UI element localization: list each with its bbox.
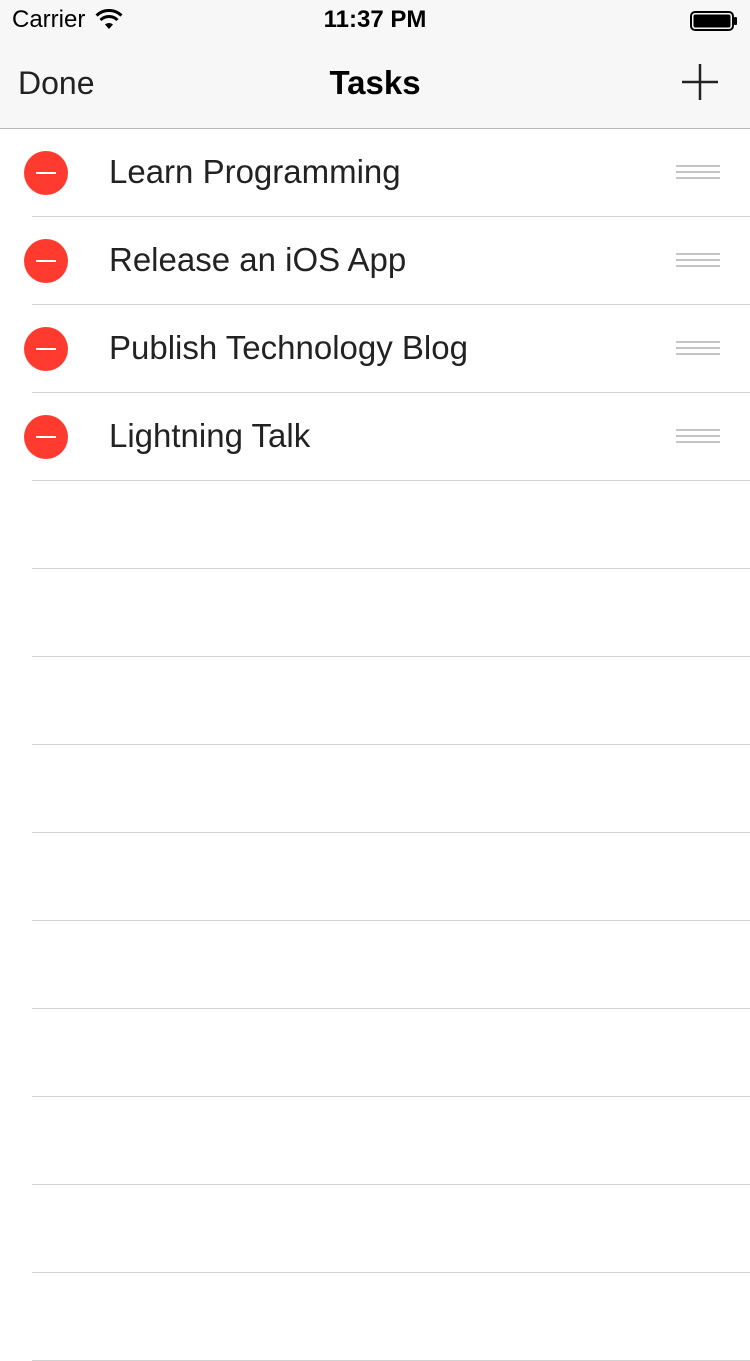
empty-row: [32, 481, 750, 569]
task-row: Learn Programming: [24, 129, 750, 217]
task-row: Lightning Talk: [24, 393, 750, 481]
battery-icon: [690, 11, 737, 31]
navigation-bar: Done Tasks: [0, 40, 750, 128]
task-row: Release an iOS App: [24, 217, 750, 305]
task-row: Publish Technology Blog: [24, 305, 750, 393]
reorder-handle-icon[interactable]: [676, 341, 720, 357]
reorder-handle-icon[interactable]: [676, 253, 720, 269]
empty-row: [32, 1185, 750, 1273]
status-time: 11:37 PM: [323, 6, 427, 33]
header: Carrier 11:37 PM Done Tasks: [0, 0, 750, 129]
empty-row: [32, 1273, 750, 1361]
task-label: Lightning Talk: [109, 417, 311, 454]
reorder-handle-icon[interactable]: [676, 165, 720, 181]
task-label: Learn Programming: [109, 153, 401, 190]
empty-row: [32, 1097, 750, 1185]
plus-icon[interactable]: [680, 62, 720, 102]
delete-icon[interactable]: [24, 327, 68, 371]
empty-row: [32, 1009, 750, 1097]
reorder-handle-icon[interactable]: [676, 429, 720, 445]
status-bar: Carrier 11:37 PM: [0, 0, 750, 40]
delete-icon[interactable]: [24, 239, 68, 283]
delete-icon[interactable]: [24, 415, 68, 459]
empty-row: [32, 569, 750, 657]
empty-row: [32, 921, 750, 1009]
task-label: Release an iOS App: [109, 241, 407, 278]
empty-row: [32, 745, 750, 833]
delete-icon[interactable]: [24, 151, 68, 195]
empty-row: [32, 833, 750, 921]
task-label: Publish Technology Blog: [109, 329, 468, 366]
empty-row: [32, 657, 750, 745]
task-list: Learn Programming Release an iOS App Pub…: [0, 129, 750, 1361]
page-title: Tasks: [329, 64, 421, 101]
